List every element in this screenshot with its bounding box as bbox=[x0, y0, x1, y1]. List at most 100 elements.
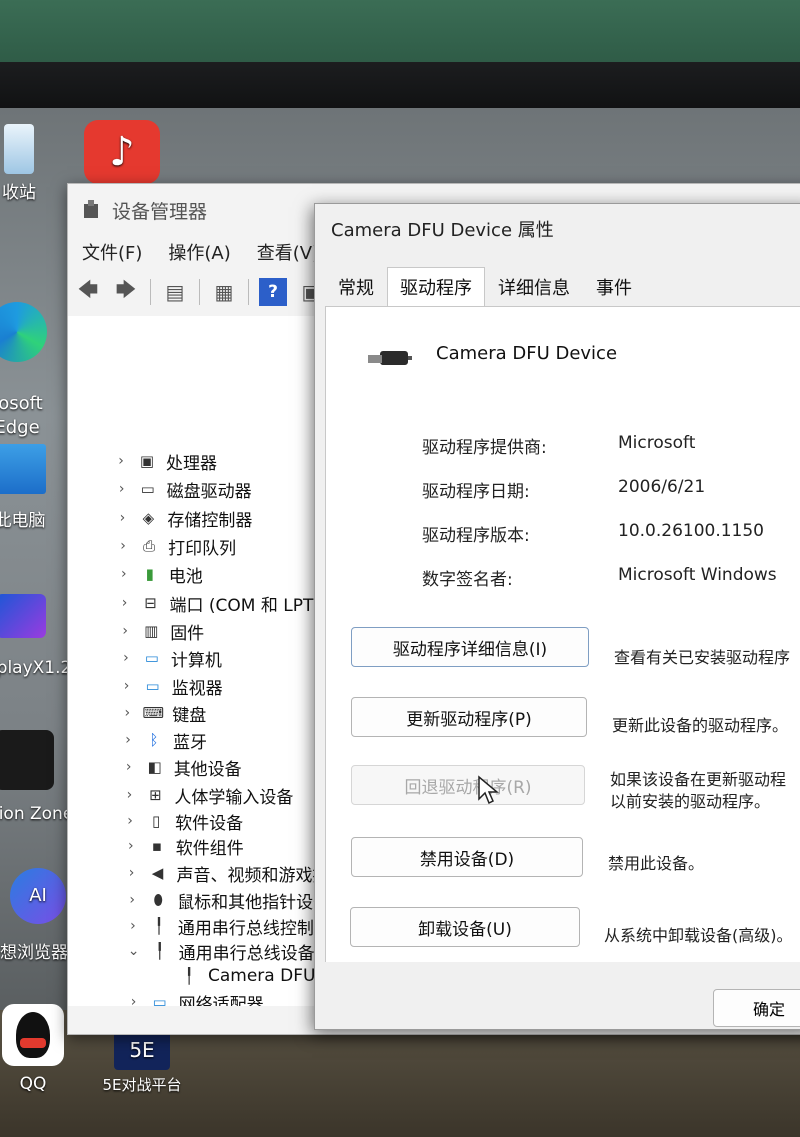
desktop-icon-lenovo-browser[interactable]: AI 想浏览器 bbox=[0, 868, 74, 963]
chevron-right-icon[interactable]: › bbox=[125, 994, 143, 1006]
toolbar-separator bbox=[248, 279, 249, 305]
menu-view[interactable]: 查看(V) bbox=[257, 239, 319, 265]
chevron-right-icon[interactable]: › bbox=[122, 838, 140, 854]
chevron-right-icon[interactable]: › bbox=[113, 510, 131, 526]
chevron-right-icon[interactable]: › bbox=[124, 918, 142, 934]
tree-category-item[interactable]: › ▭ 磁盘驱动器 bbox=[113, 476, 252, 502]
chevron-right-icon[interactable]: › bbox=[123, 892, 141, 908]
chevron-right-icon[interactable]: › bbox=[116, 595, 134, 611]
tree-item-label: 软件组件 bbox=[175, 838, 244, 859]
menu-action[interactable]: 操作(A) bbox=[168, 239, 230, 265]
chevron-right-icon[interactable]: › bbox=[120, 787, 138, 803]
chevron-right-icon[interactable]: › bbox=[116, 623, 134, 639]
desktop-icon-qq[interactable]: QQ bbox=[0, 1004, 66, 1094]
tree-category-item[interactable]: › ◈ 存储控制器 bbox=[113, 505, 253, 531]
tree-category-item[interactable]: › ᛒ 蓝牙 bbox=[119, 727, 207, 753]
monitor-icon: ▭ bbox=[145, 677, 160, 695]
chevron-right-icon[interactable]: › bbox=[117, 650, 135, 666]
chevron-right-icon[interactable]: › bbox=[113, 481, 131, 497]
tree-category-item[interactable]: › ▭ 计算机 bbox=[117, 645, 222, 671]
tree-item-label: 其他设备 bbox=[173, 759, 242, 780]
tree-category-item[interactable]: › ▭ 网络适配器 bbox=[125, 989, 264, 1006]
tab-general[interactable]: 常规 bbox=[325, 267, 387, 307]
uninstall-device-desc: 从系统中卸载设备(高级)。 bbox=[604, 926, 793, 945]
desktop-icon-recycle-bin[interactable]: 收站 bbox=[0, 124, 44, 203]
tree-category-item[interactable]: › ⊞ 人体学输入设备 bbox=[120, 782, 294, 808]
hid-icon: ⊞ bbox=[149, 786, 162, 804]
chevron-right-icon[interactable]: › bbox=[119, 732, 137, 748]
tree-category-item[interactable]: › ▮ 电池 bbox=[115, 561, 203, 587]
chevron-right-icon[interactable]: › bbox=[123, 865, 141, 881]
tree-category-item[interactable]: › ▯ 软件设备 bbox=[121, 808, 243, 834]
tab-details[interactable]: 详细信息 bbox=[485, 267, 583, 307]
tree-category-item[interactable]: › ▭ 监视器 bbox=[118, 673, 223, 699]
tree-category-item[interactable]: › ⬮ 鼠标和其他指针设备 bbox=[123, 887, 318, 913]
chevron-right-icon[interactable]: › bbox=[115, 566, 133, 582]
tree-category-item[interactable]: › ◀ 声音、视频和游戏控制器 bbox=[123, 860, 318, 886]
tree-category-item[interactable]: ⌄ ╿ 通用串行总线设备 bbox=[125, 938, 315, 964]
tree-category-item[interactable]: › ⌨ 键盘 bbox=[118, 700, 206, 726]
desktop-icon-edge[interactable]: rosoft Edge bbox=[0, 278, 54, 440]
driver-date-label: 驱动程序日期: bbox=[422, 482, 530, 502]
tree-category-item[interactable]: › ╿ 通用串行总线控制器 bbox=[124, 913, 318, 939]
tree-device-item[interactable]: ╿ Camera DFU Device bbox=[172, 963, 318, 989]
tree-category-item[interactable]: › ⊟ 端口 (COM 和 LPT) bbox=[116, 590, 318, 616]
show-hide-tree-icon[interactable]: ▤ bbox=[161, 278, 189, 306]
tree-item-label: 监视器 bbox=[171, 678, 223, 699]
device-name: Camera DFU Device bbox=[436, 343, 618, 364]
ai-browser-icon: AI bbox=[10, 868, 66, 924]
back-arrow-icon[interactable]: 🡄 bbox=[74, 277, 102, 306]
tree-category-item[interactable]: › ▥ 固件 bbox=[116, 618, 204, 644]
desktop-icon-playx[interactable]: playX1.2 bbox=[0, 594, 72, 678]
help-icon[interactable]: ? bbox=[259, 278, 287, 306]
playx-icon bbox=[0, 594, 46, 638]
tab-driver[interactable]: 驱动程序 bbox=[387, 267, 485, 307]
desktop-icon-this-pc[interactable]: 此电脑 bbox=[0, 444, 48, 531]
device-manager-menu-bar: 文件(F) 操作(A) 查看(V) bbox=[82, 239, 319, 265]
5e-platform-icon: 5E bbox=[114, 1030, 170, 1070]
chevron-right-icon[interactable]: › bbox=[121, 813, 139, 829]
chevron-down-icon[interactable]: ⌄ bbox=[125, 943, 143, 959]
chevron-right-icon[interactable]: › bbox=[112, 453, 130, 469]
update-driver-button[interactable]: 更新驱动程序(P) bbox=[351, 697, 587, 737]
driver-details-button[interactable]: 驱动程序详细信息(I) bbox=[351, 627, 589, 667]
desktop-icon-netease-music[interactable]: ♪ bbox=[84, 120, 160, 188]
tree-category-item[interactable]: › ▣ 处理器 bbox=[112, 448, 217, 474]
chevron-right-icon[interactable]: › bbox=[120, 759, 138, 775]
disable-device-desc: 禁用此设备。 bbox=[608, 854, 705, 873]
properties-icon[interactable]: ▦ bbox=[210, 278, 238, 306]
uninstall-device-button[interactable]: 卸载设备(U) bbox=[350, 907, 580, 947]
tree-category-item[interactable]: › ⎙ 打印队列 bbox=[114, 533, 236, 559]
computer-icon: ▭ bbox=[144, 649, 159, 667]
printer-icon: ⎙ bbox=[143, 537, 156, 555]
tree-item-label: 人体学输入设备 bbox=[174, 787, 294, 808]
chevron-right-icon[interactable]: › bbox=[118, 705, 136, 721]
tree-category-item[interactable]: › ◧ 其他设备 bbox=[120, 754, 242, 780]
monitor-bezel-top bbox=[0, 0, 800, 62]
tree-item-label: 鼠标和其他指针设备 bbox=[177, 892, 318, 913]
firmware-icon: ▥ bbox=[144, 622, 159, 640]
disable-device-button[interactable]: 禁用设备(D) bbox=[351, 837, 583, 877]
chevron-right-icon[interactable]: › bbox=[118, 678, 136, 694]
device-manager-title-bar: 设备管理器 bbox=[80, 194, 207, 226]
tree-category-item[interactable]: › ▪ 软件组件 bbox=[122, 833, 244, 859]
tree-item-label: 处理器 bbox=[166, 453, 217, 474]
tree-item-label: 打印队列 bbox=[168, 538, 237, 559]
chevron-right-icon[interactable]: › bbox=[114, 538, 132, 554]
desktop-icon-5e[interactable]: 5E 5E对战平台 bbox=[94, 1030, 190, 1095]
menu-file[interactable]: 文件(F) bbox=[82, 239, 142, 265]
software-device-icon: ▯ bbox=[151, 812, 161, 830]
bluetooth-icon: ᛒ bbox=[149, 731, 159, 749]
device-manager-title: 设备管理器 bbox=[112, 200, 208, 223]
driver-tab-panel: Camera DFU Device 驱动程序提供商: Microsoft 驱动程… bbox=[325, 306, 800, 962]
forward-arrow-icon[interactable]: 🡆 bbox=[112, 277, 140, 306]
ok-button[interactable]: 确定 bbox=[713, 989, 800, 1027]
digital-signer-label: 数字签名者: bbox=[422, 570, 513, 590]
driver-provider-value: Microsoft bbox=[618, 433, 696, 453]
storage-icon: ◈ bbox=[142, 509, 155, 527]
tree-item-label: 固件 bbox=[170, 623, 205, 644]
tab-events[interactable]: 事件 bbox=[583, 267, 645, 307]
other-device-icon: ◧ bbox=[147, 758, 162, 776]
roll-back-driver-button[interactable]: 回退驱动程序(R) bbox=[351, 765, 585, 805]
tree-item-label: Camera DFU Device bbox=[208, 966, 318, 986]
